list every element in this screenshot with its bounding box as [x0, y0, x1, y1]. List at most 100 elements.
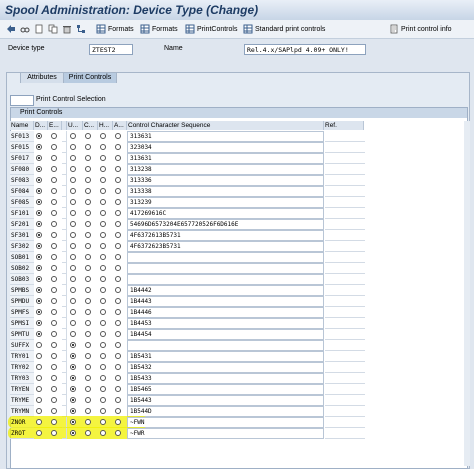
row-radio-button[interactable]	[70, 276, 76, 282]
row-radio-button[interactable]	[51, 309, 57, 315]
row-radio-button[interactable]	[70, 232, 76, 238]
row-radio-button[interactable]	[51, 166, 57, 172]
row-radio-button[interactable]	[85, 419, 91, 425]
row-radio-button[interactable]	[85, 243, 91, 249]
row-ref-cell[interactable]	[325, 197, 365, 208]
row-radio-button[interactable]	[36, 210, 42, 216]
row-radio-button[interactable]	[100, 221, 106, 227]
row-radio-button[interactable]	[36, 430, 42, 436]
row-radio-button[interactable]	[100, 408, 106, 414]
row-radio-button[interactable]	[51, 342, 57, 348]
col-header-c[interactable]: C...	[83, 121, 98, 130]
row-sequence-field[interactable]: 1B544D	[127, 406, 324, 417]
row-radio-button[interactable]	[36, 342, 42, 348]
row-radio-button[interactable]	[51, 254, 57, 260]
row-sequence-field[interactable]: 313239	[127, 197, 324, 208]
row-radio-button[interactable]	[100, 298, 106, 304]
row-radio-button[interactable]	[115, 243, 121, 249]
row-sequence-field[interactable]	[127, 274, 324, 285]
row-radio-button[interactable]	[115, 188, 121, 194]
row-radio-button[interactable]	[115, 210, 121, 216]
tab-attributes[interactable]: Attributes	[20, 72, 64, 83]
row-radio-button[interactable]	[36, 232, 42, 238]
row-radio-button[interactable]	[51, 287, 57, 293]
row-radio-button[interactable]	[51, 155, 57, 161]
row-radio-button[interactable]	[36, 276, 42, 282]
row-radio-button[interactable]	[51, 265, 57, 271]
row-radio-button[interactable]	[100, 309, 106, 315]
row-radio-button[interactable]	[85, 265, 91, 271]
row-radio-button[interactable]	[51, 386, 57, 392]
row-radio-button[interactable]	[85, 309, 91, 315]
row-radio-button[interactable]	[70, 397, 76, 403]
row-sequence-field[interactable]: 54696D6573204E657720526F6D616E	[127, 219, 324, 230]
row-ref-cell[interactable]	[325, 175, 365, 186]
row-radio-button[interactable]	[115, 265, 121, 271]
row-radio-button[interactable]	[85, 430, 91, 436]
row-radio-button[interactable]	[115, 155, 121, 161]
row-ref-cell[interactable]	[325, 373, 365, 384]
print-control-selection-input[interactable]	[10, 95, 34, 106]
row-radio-button[interactable]	[115, 430, 121, 436]
row-radio-button[interactable]	[51, 133, 57, 139]
row-radio-button[interactable]	[85, 254, 91, 260]
row-radio-button[interactable]	[51, 177, 57, 183]
row-sequence-field[interactable]: 1B4454	[127, 329, 324, 340]
row-radio-button[interactable]	[51, 353, 57, 359]
col-header-a[interactable]: A...	[113, 121, 127, 130]
row-sequence-field[interactable]: 1B5465	[127, 384, 324, 395]
row-radio-button[interactable]	[115, 298, 121, 304]
row-radio-button[interactable]	[36, 320, 42, 326]
row-radio-button[interactable]	[85, 397, 91, 403]
other-object-button[interactable]	[76, 23, 88, 35]
row-sequence-field[interactable]: 1B4443	[127, 296, 324, 307]
row-ref-cell[interactable]	[325, 131, 365, 142]
row-radio-button[interactable]	[85, 144, 91, 150]
row-ref-cell[interactable]	[325, 274, 365, 285]
row-radio-button[interactable]	[51, 397, 57, 403]
row-sequence-field[interactable]: 1B4453	[127, 318, 324, 329]
row-sequence-field[interactable]: 313238	[127, 164, 324, 175]
row-ref-cell[interactable]	[325, 252, 365, 263]
row-radio-button[interactable]	[100, 133, 106, 139]
row-radio-button[interactable]	[115, 408, 121, 414]
row-radio-button[interactable]	[100, 254, 106, 260]
tab-print-controls[interactable]: Print Controls	[63, 72, 117, 83]
row-radio-button[interactable]	[36, 364, 42, 370]
row-radio-button[interactable]	[85, 375, 91, 381]
device-type-field[interactable]: ZTEST2	[89, 44, 133, 55]
row-radio-button[interactable]	[70, 199, 76, 205]
row-sequence-field[interactable]: 313338	[127, 186, 324, 197]
col-header-sequence[interactable]: Control Character Sequence	[127, 121, 324, 130]
row-radio-button[interactable]	[85, 386, 91, 392]
row-radio-button[interactable]	[70, 221, 76, 227]
row-radio-button[interactable]	[115, 375, 121, 381]
row-radio-button[interactable]	[100, 177, 106, 183]
row-sequence-field[interactable]: 313631	[127, 131, 324, 142]
row-radio-button[interactable]	[115, 419, 121, 425]
row-radio-button[interactable]	[70, 320, 76, 326]
row-radio-button[interactable]	[70, 188, 76, 194]
row-radio-button[interactable]	[36, 265, 42, 271]
row-radio-button[interactable]	[115, 287, 121, 293]
row-radio-button[interactable]	[115, 276, 121, 282]
row-radio-button[interactable]	[100, 375, 106, 381]
row-radio-button[interactable]	[36, 177, 42, 183]
row-radio-button[interactable]	[115, 386, 121, 392]
row-ref-cell[interactable]	[325, 340, 365, 351]
row-radio-button[interactable]	[70, 430, 76, 436]
row-ref-cell[interactable]	[325, 142, 365, 153]
row-ref-cell[interactable]	[325, 285, 365, 296]
row-radio-button[interactable]	[115, 320, 121, 326]
row-sequence-field[interactable]: 1B5432	[127, 362, 324, 373]
name-field[interactable]: Rel.4.x/SAPlpd 4.09+ ONLY!	[244, 44, 366, 55]
row-radio-button[interactable]	[100, 419, 106, 425]
col-header-e[interactable]: E...	[48, 121, 62, 130]
row-radio-button[interactable]	[85, 331, 91, 337]
row-radio-button[interactable]	[51, 408, 57, 414]
col-header-d[interactable]: D...	[34, 121, 48, 130]
row-radio-button[interactable]	[51, 276, 57, 282]
row-radio-button[interactable]	[85, 166, 91, 172]
row-ref-cell[interactable]	[325, 153, 365, 164]
row-radio-button[interactable]	[85, 199, 91, 205]
